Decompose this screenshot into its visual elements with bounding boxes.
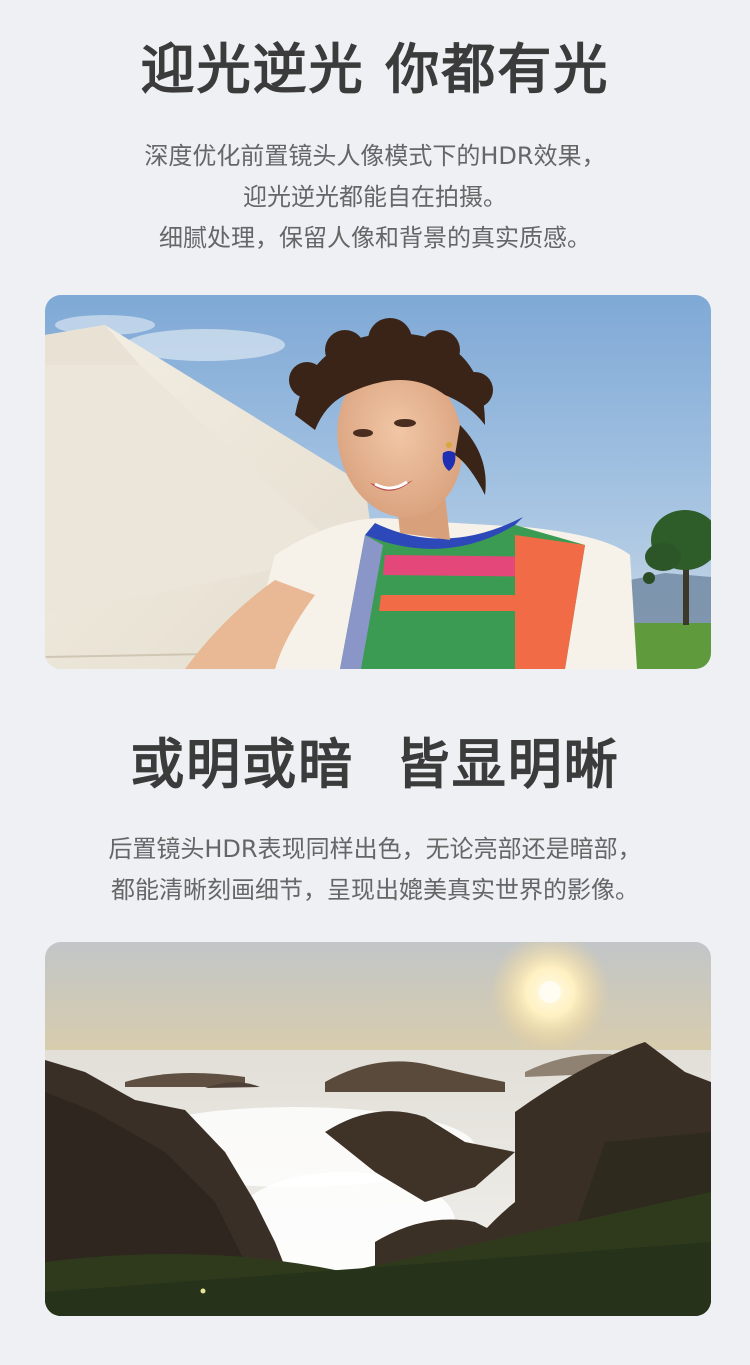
portrait-hdr-line-3: 细腻处理，保留人像和背景的真实质感。: [159, 224, 591, 252]
portrait-hdr-title: 迎光逆光 你都有光: [140, 38, 610, 101]
portrait-selfie-photo: [45, 295, 711, 669]
section-portrait-hdr: 迎光逆光 你都有光 深度优化前置镜头人像模式下的HDR效果， 迎光逆光都能自在拍…: [0, 38, 750, 259]
sunrise-landscape-illustration: [45, 942, 711, 1316]
rear-hdr-line-1: 后置镜头HDR表现同样出色，无论亮部还是暗部，: [108, 835, 642, 863]
rear-hdr-description: 后置镜头HDR表现同样出色，无论亮部还是暗部， 都能清晰刻画细节，呈现出媲美真实…: [0, 829, 750, 911]
rear-hdr-title: 或明或暗 皆显明晰: [130, 733, 620, 796]
portrait-hdr-line-2: 迎光逆光都能自在拍摄。: [243, 183, 507, 211]
section-rear-hdr: 或明或暗 皆显明晰 后置镜头HDR表现同样出色，无论亮部还是暗部， 都能清晰刻画…: [0, 733, 750, 911]
portrait-selfie-illustration: [45, 295, 711, 669]
portrait-hdr-line-1: 深度优化前置镜头人像模式下的HDR效果，: [144, 142, 606, 170]
rear-hdr-line-2: 都能清晰刻画细节，呈现出媲美真实世界的影像。: [111, 876, 639, 904]
sunrise-landscape-photo: [45, 942, 711, 1316]
portrait-hdr-description: 深度优化前置镜头人像模式下的HDR效果， 迎光逆光都能自在拍摄。 细腻处理，保留…: [0, 136, 750, 259]
